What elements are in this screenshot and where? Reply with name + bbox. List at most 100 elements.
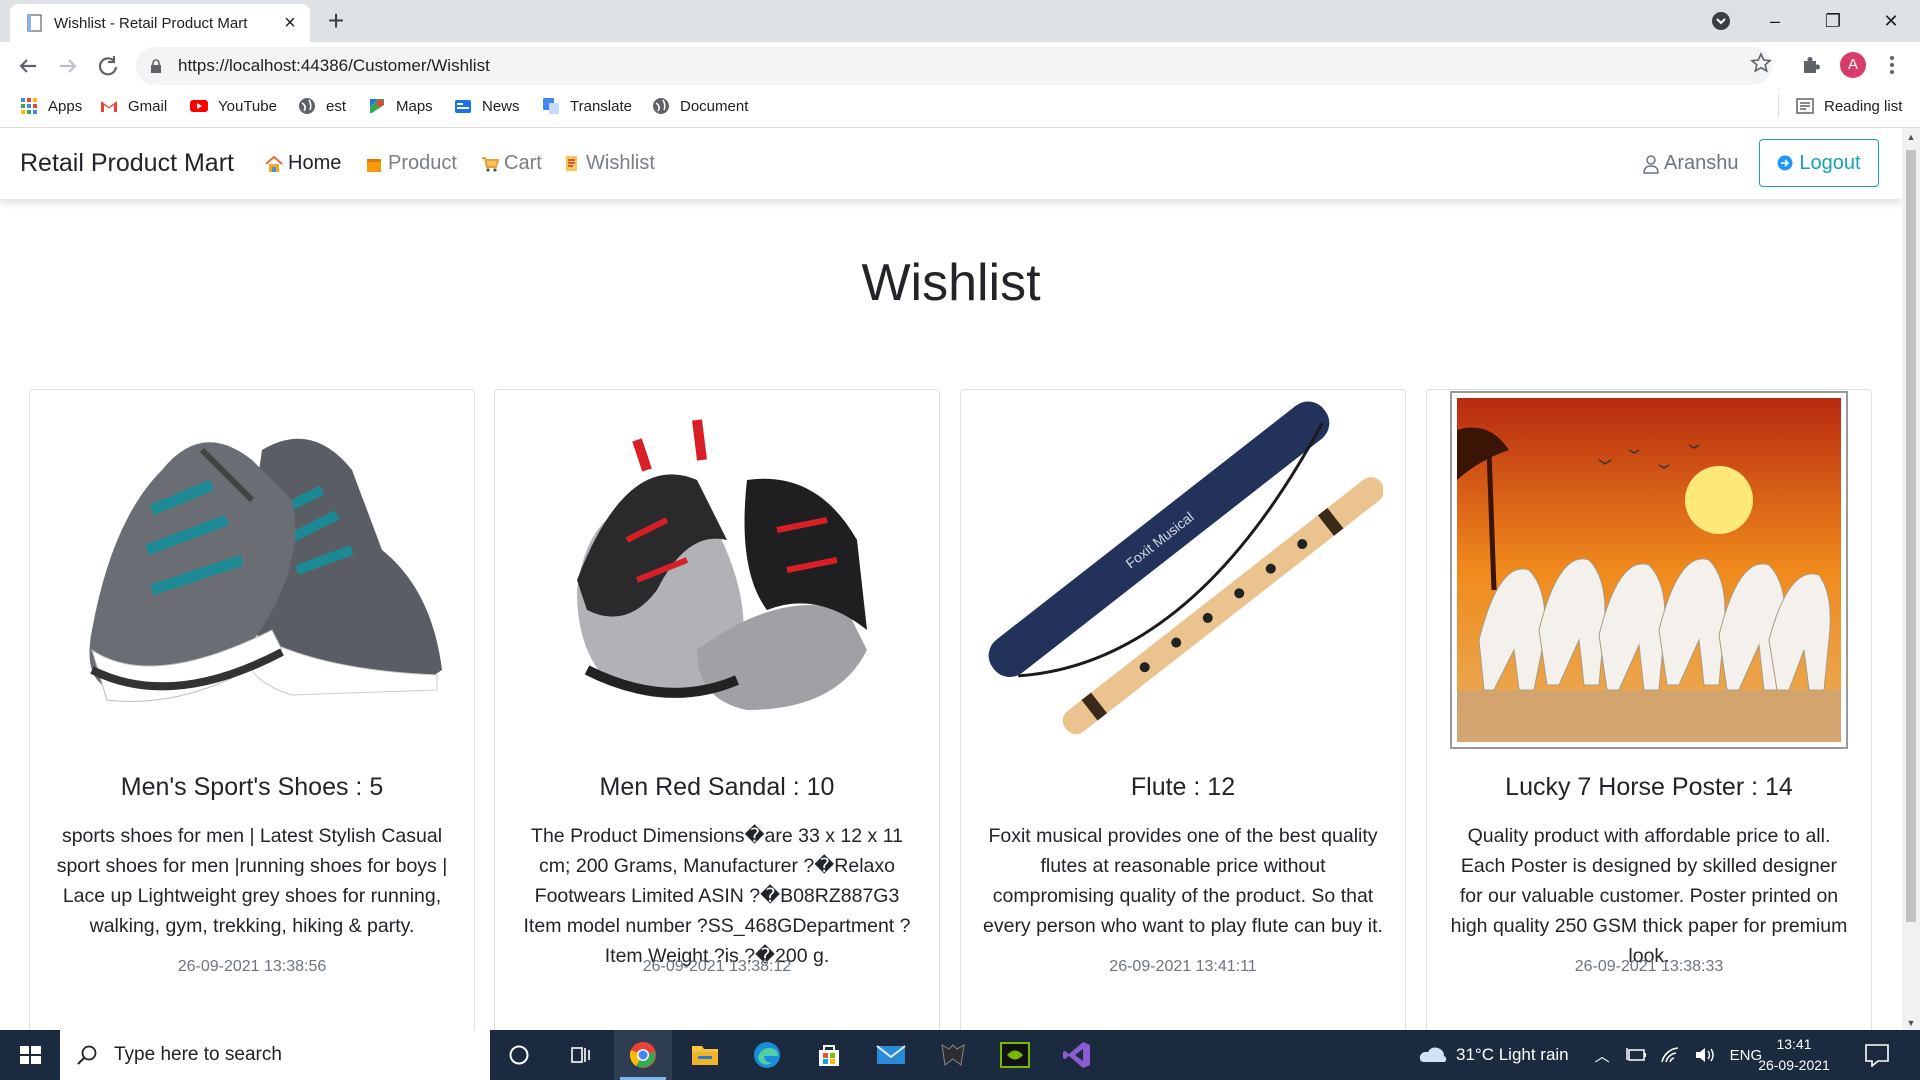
browser-toolbar: https://localhost:44386/Customer/Wishlis… <box>0 42 1920 90</box>
logout-label: Logout <box>1799 151 1861 174</box>
logout-icon <box>1777 155 1793 171</box>
new-tab-button[interactable]: + <box>322 7 350 36</box>
home-icon <box>265 155 283 172</box>
cart-icon <box>482 156 500 172</box>
added-date: 26-09-2021 13:38:33 <box>1574 958 1724 975</box>
tab-close-icon[interactable]: × <box>280 13 300 33</box>
user-icon <box>1643 154 1659 174</box>
tab-title: Wishlist - Retail Product Mart <box>54 14 248 32</box>
lock-icon <box>151 59 161 73</box>
close-window-icon[interactable]: ✕ <box>1868 6 1914 36</box>
scrollbar-thumb[interactable] <box>1906 150 1916 922</box>
bookmark-youtube[interactable]: YouTube <box>190 90 277 122</box>
globe-icon <box>653 98 669 114</box>
bookmark-maps[interactable]: Maps <box>368 90 433 122</box>
taskbar-search-box[interactable]: Type here to search <box>60 1030 490 1080</box>
nav-home[interactable]: Home <box>264 128 341 199</box>
system-clock[interactable]: 13:41 26-09-2021 <box>1754 1034 1834 1076</box>
wishlist-card[interactable]: Men Red Sandal : 10 The Product Dimensio… <box>494 389 940 1030</box>
cortana-icon[interactable] <box>490 1030 548 1080</box>
bookmark-gmail[interactable]: Gmail <box>100 90 167 122</box>
visual-studio-icon[interactable] <box>1048 1030 1106 1080</box>
bookmarks-bar: Apps Gmail YouTube est Maps News Transla… <box>0 90 1920 128</box>
microsoft-store-icon[interactable] <box>800 1030 858 1080</box>
edge-browser-icon[interactable] <box>738 1030 796 1080</box>
product-description: sports shoes for men | Latest Stylish Ca… <box>56 825 448 937</box>
weather-text[interactable]: 31°C Light rain <box>1456 1045 1569 1065</box>
bookmark-label: Gmail <box>128 97 168 115</box>
windows-taskbar: Type here to search 31°C Light rain ︿ EN… <box>0 1030 1920 1080</box>
file-explorer-icon[interactable] <box>676 1030 734 1080</box>
user-profile-link[interactable]: Aranshu <box>1642 128 1739 199</box>
wishlist-card[interactable]: Men's Sport's Shoes : 5 sports shoes for… <box>29 389 475 1030</box>
product-title: Flute : 12 <box>1130 773 1236 801</box>
reading-list-button[interactable]: Reading list <box>1796 90 1902 122</box>
predator-sense-icon[interactable] <box>924 1030 982 1080</box>
bookmark-apps[interactable]: Apps <box>20 90 82 122</box>
logout-button[interactable]: Logout <box>1759 139 1879 187</box>
gmail-icon <box>101 101 117 112</box>
chrome-taskbar-icon[interactable] <box>614 1030 672 1080</box>
brand-link[interactable]: Retail Product Mart <box>20 128 234 199</box>
kebab-menu-icon[interactable] <box>1886 52 1898 78</box>
product-image-horse-poster[interactable] <box>1449 390 1849 750</box>
nvidia-icon[interactable] <box>986 1030 1044 1080</box>
battery-icon[interactable] <box>1625 1046 1648 1064</box>
mail-icon[interactable] <box>862 1030 920 1080</box>
wishlist-icon <box>566 155 577 171</box>
task-view-icon[interactable] <box>552 1030 610 1080</box>
reading-list-icon <box>1796 98 1814 114</box>
windows-start-icon[interactable] <box>0 1030 60 1080</box>
product-image-shoes[interactable] <box>52 390 452 750</box>
volume-icon[interactable] <box>1694 1046 1716 1064</box>
wishlist-card[interactable]: Foxit Musical Flute : 12 Foxit musical p… <box>960 389 1406 1030</box>
product-image-sandal[interactable] <box>517 390 917 750</box>
product-description: The Product Dimensions�are 33 x 12 x 11 … <box>523 825 911 967</box>
bookmarks-divider <box>1778 94 1779 118</box>
product-title: Men's Sport's Shoes : 5 <box>120 773 384 801</box>
address-bar[interactable]: https://localhost:44386/Customer/Wishlis… <box>136 47 1772 85</box>
taskbar-search-placeholder: Type here to search <box>114 1044 282 1065</box>
bookmark-news[interactable]: News <box>454 90 520 122</box>
scroll-down-icon[interactable]: ▼ <box>1906 1018 1916 1028</box>
forward-icon[interactable] <box>54 52 82 80</box>
bookmark-translate[interactable]: Translate <box>542 90 632 122</box>
wishlist-card[interactable]: Lucky 7 Horse Poster : 14 Quality produc… <box>1426 389 1872 1030</box>
restore-icon[interactable]: ❐ <box>1810 6 1856 36</box>
url-text: https://localhost:44386/Customer/Wishlis… <box>178 56 490 75</box>
product-box-icon <box>367 158 381 172</box>
chevron-up-icon[interactable]: ︿ <box>1595 1045 1610 1066</box>
bookmark-document[interactable]: Document <box>652 90 748 122</box>
page-title: Wishlist <box>861 254 1041 312</box>
minimize-icon[interactable]: – <box>1752 6 1798 36</box>
user-name: Aranshu <box>1664 152 1739 174</box>
bookmark-star-icon[interactable] <box>1750 52 1772 74</box>
nav-product-label: Product <box>388 152 457 174</box>
nav-wishlist[interactable]: Wishlist <box>562 128 655 199</box>
added-date: 26-09-2021 13:41:11 <box>1109 958 1257 975</box>
weather-cloud-icon[interactable] <box>1418 1044 1448 1066</box>
bookmark-label: Apps <box>48 97 83 115</box>
system-tray: 31°C Light rain ︿ ENG <box>1418 1030 1762 1080</box>
bookmark-label: Translate <box>570 97 632 115</box>
browser-tab[interactable]: Wishlist - Retail Product Mart × <box>10 4 310 42</box>
scroll-up-icon[interactable]: ▲ <box>1906 132 1916 142</box>
extensions-puzzle-icon[interactable] <box>1800 53 1822 75</box>
page-favicon-icon <box>27 14 42 32</box>
nav-product[interactable]: Product <box>364 128 457 199</box>
nav-cart[interactable]: Cart <box>480 128 542 199</box>
wifi-icon[interactable] <box>1660 1046 1682 1064</box>
added-date: 26-09-2021 13:38:56 <box>177 958 327 975</box>
bookmark-est[interactable]: est <box>298 90 346 122</box>
product-image-flute[interactable]: Foxit Musical <box>983 390 1383 750</box>
back-icon[interactable] <box>14 52 42 80</box>
added-date: 26-09-2021 13:38:12 <box>642 958 792 975</box>
profile-avatar[interactable]: A <box>1840 52 1866 78</box>
page-viewport: Retail Product Mart Home Product Cart Wi… <box>0 128 1920 1030</box>
search-icon <box>77 1045 97 1065</box>
notification-center-icon[interactable] <box>1864 1043 1890 1067</box>
tab-search-icon[interactable] <box>1710 10 1732 32</box>
reload-icon[interactable] <box>94 52 122 80</box>
browser-tab-strip: Wishlist - Retail Product Mart × + – ❐ ✕ <box>0 0 1920 42</box>
page-scrollbar[interactable]: ▲ ▼ <box>1902 128 1920 1030</box>
